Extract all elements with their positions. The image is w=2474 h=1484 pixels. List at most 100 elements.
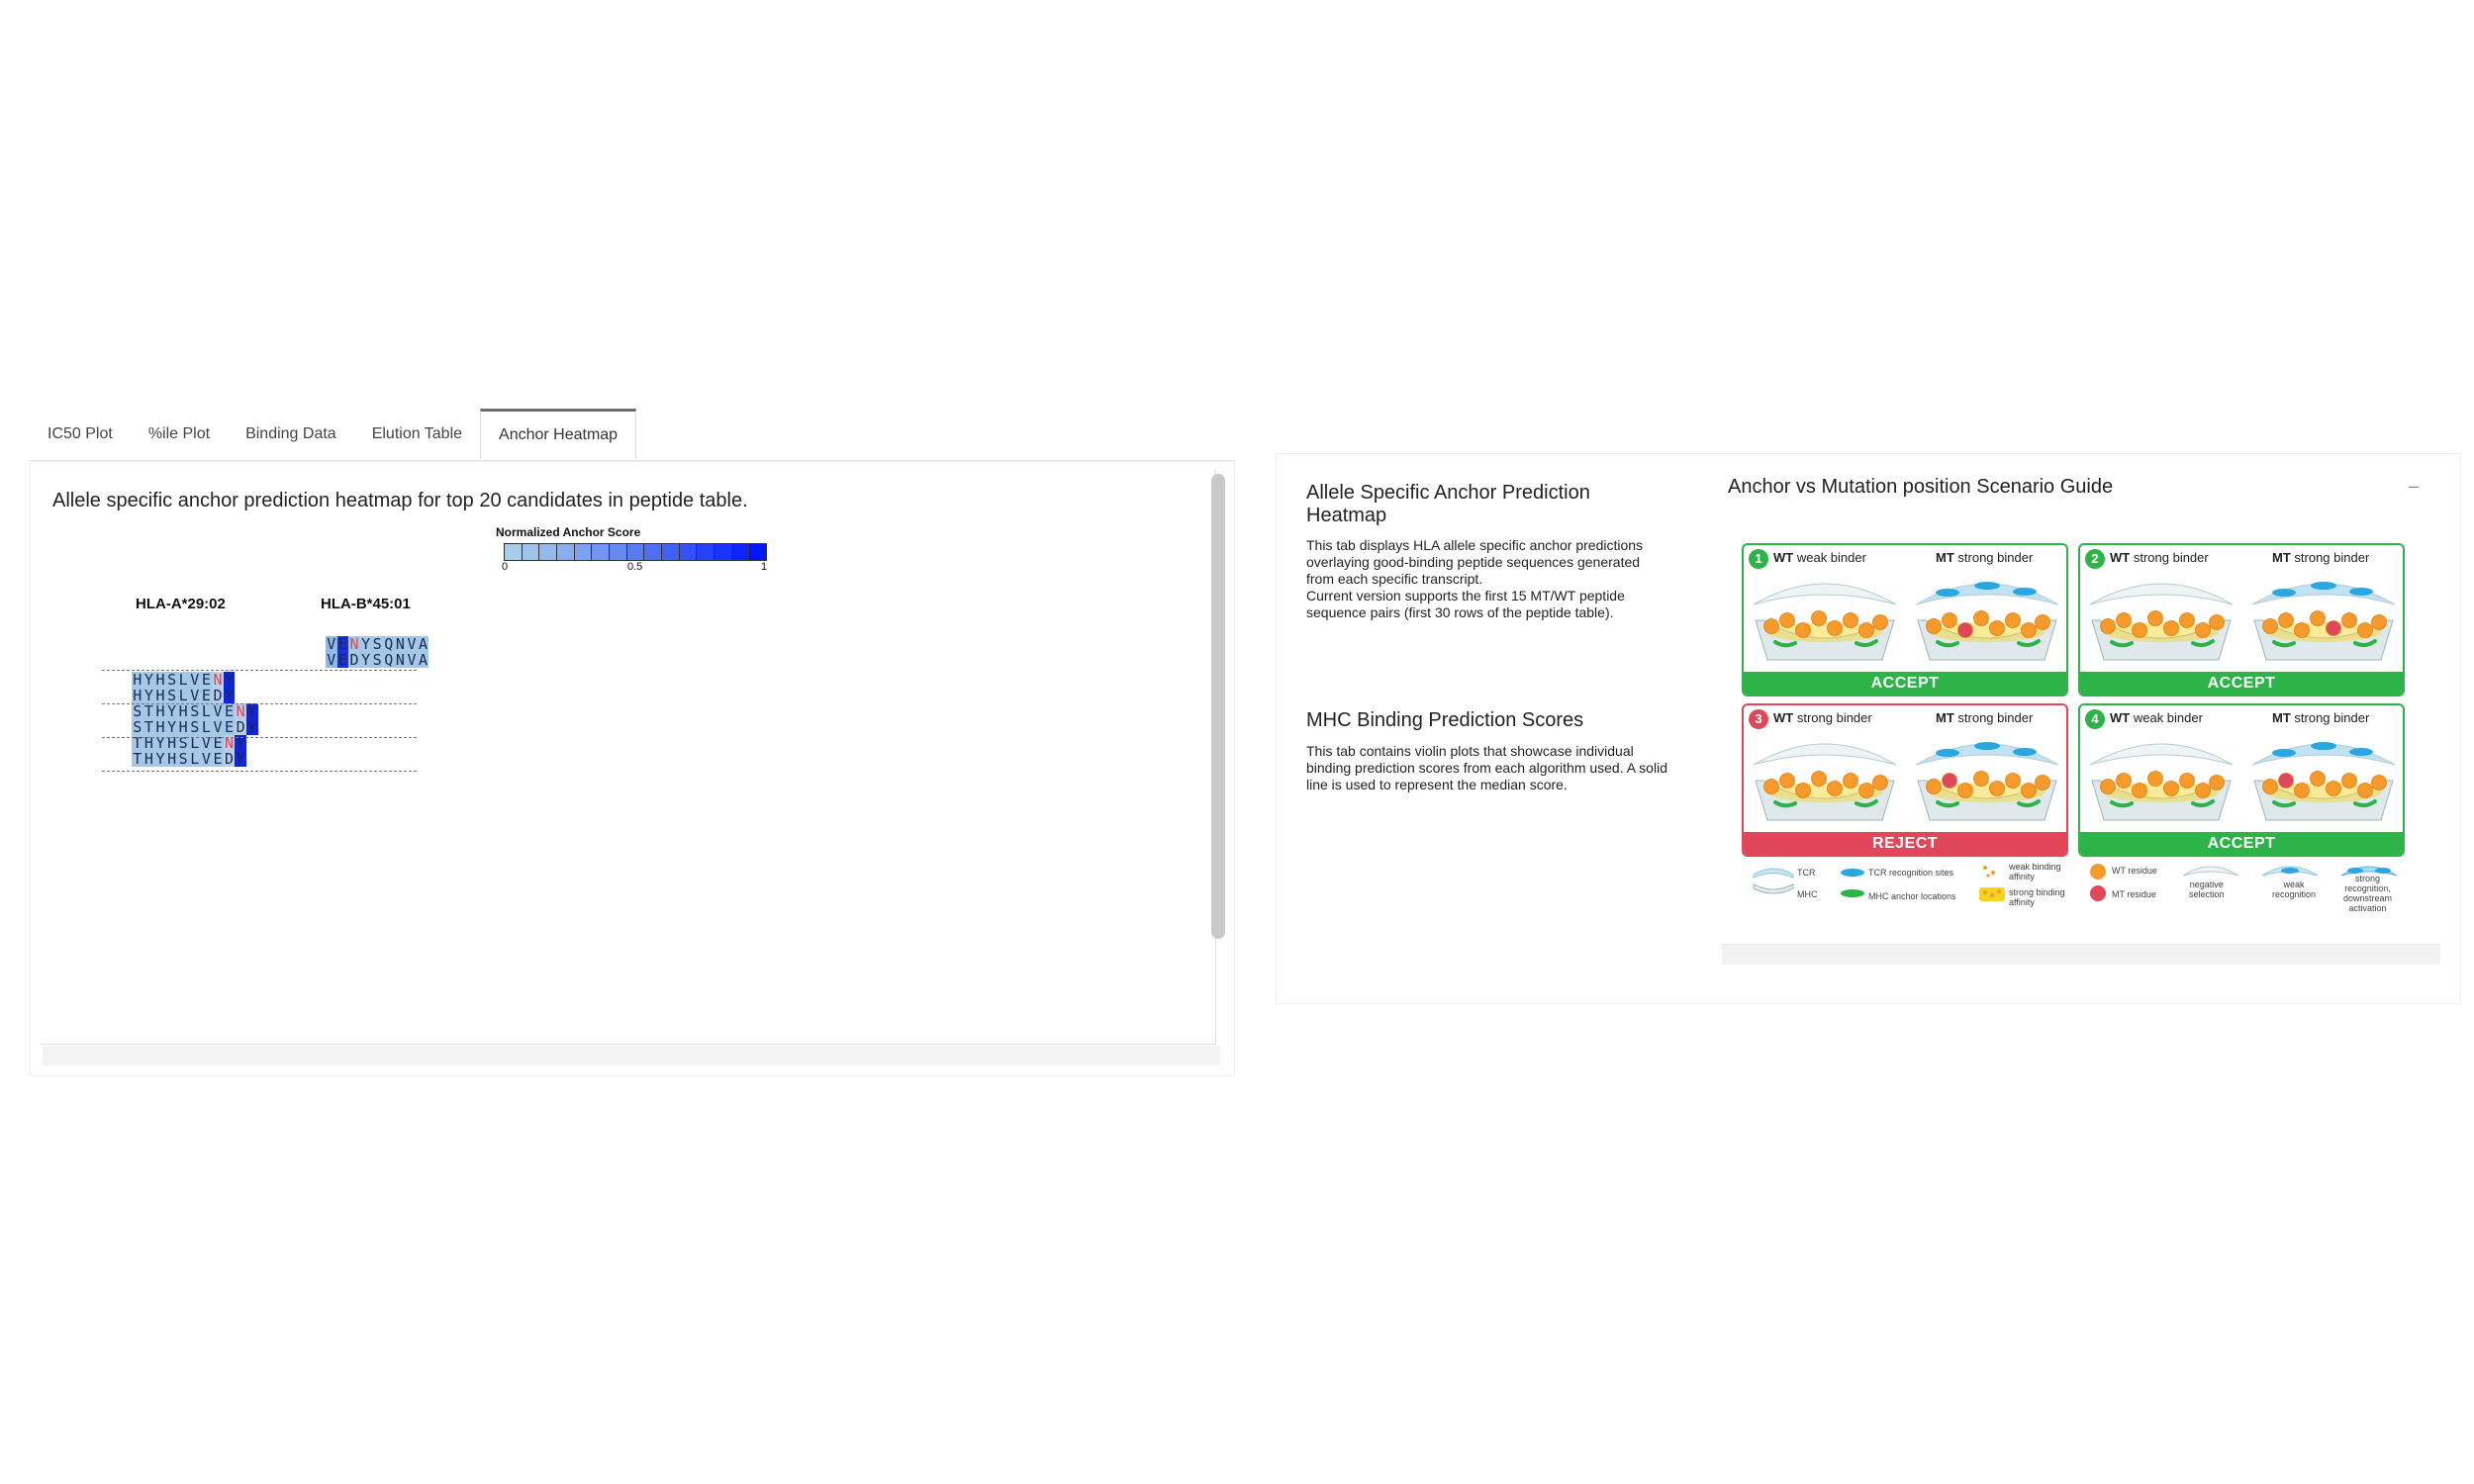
info-heading-mhc: MHC Binding Prediction Scores [1306, 709, 1584, 731]
peptide-residue: H [132, 687, 143, 704]
peptide-residue: N [348, 635, 360, 653]
guide-scroll-track[interactable] [1722, 944, 2440, 965]
tab-percentile-plot[interactable]: %ile Plot [131, 409, 228, 460]
help-panel: Allele Specific Anchor Prediction Heatma… [1276, 453, 2461, 1004]
peptide-residue: N [394, 651, 407, 669]
wt-binder-label: WT strong binder [1773, 710, 1872, 725]
peptide-residue: H [154, 718, 166, 736]
peptide-residue: E [336, 651, 349, 669]
negative-selection-icon [2182, 866, 2239, 877]
peptide-residue: H [154, 702, 166, 720]
peptide-residue: E [200, 671, 213, 689]
peptide-residue: T [143, 702, 155, 720]
key-mhc: MHC [1797, 889, 1818, 899]
mt-binder-label: MT strong binder [2272, 710, 2370, 725]
collapse-button[interactable]: – [2409, 476, 2419, 497]
peptide-residue: V [326, 635, 337, 653]
heatmap-title: Allele specific anchor prediction heatma… [52, 490, 748, 511]
residue-key-icon [2090, 864, 2106, 901]
key-mt-residue: MT residue [2112, 889, 2156, 899]
tab-bar: IC50 Plot %ile Plot Binding Data Elution… [30, 409, 1235, 461]
key-strong-affinity: strong binding affinity [2009, 887, 2065, 907]
peptide-residue: Y [154, 750, 166, 768]
tcr-key-icon [1753, 868, 1794, 894]
scenario-number-badge: 4 [2085, 709, 2105, 729]
peptide-row: HYHSLVEDY [132, 687, 236, 704]
peptide-row: THYHSLVEDY [132, 751, 246, 767]
peptide-residue: Y [245, 702, 258, 720]
peptide-residue: A [417, 635, 429, 653]
peptide-residue: H [143, 750, 155, 768]
scenario-verdict: REJECT [1744, 832, 2066, 855]
peptide-residue: Y [359, 635, 372, 653]
peptide-residue: V [326, 651, 337, 669]
legend-swatch [592, 544, 611, 560]
peptide-residue: Y [165, 718, 178, 736]
tab-ic50-plot[interactable]: IC50 Plot [30, 409, 131, 460]
key-weak-affinity: weak binding affinity [2009, 862, 2061, 881]
legend-swatch [574, 544, 593, 560]
binding-illustration [1753, 743, 1897, 821]
scenario-panel-3: 3 WT strong binder MT strong binder REJECT [1742, 703, 2068, 857]
peptide-row: STHYHSLVEDY [132, 719, 258, 735]
peptide-residue: V [212, 718, 224, 736]
tab-anchor-heatmap[interactable]: Anchor Heatmap [480, 409, 637, 460]
peptide-residue: V [406, 651, 418, 669]
legend-swatch [626, 544, 645, 560]
peptide-residue: Y [223, 671, 236, 689]
peptide-residue: S [188, 718, 201, 736]
row-separator [102, 670, 417, 671]
heatmap-scroll-area: Allele specific anchor prediction heatma… [41, 470, 1216, 1045]
peptide-residue: T [143, 718, 155, 736]
peptide-residue: V [212, 702, 224, 720]
peptide-residue: Y [143, 671, 155, 689]
key-negative-selection: negative selection [2189, 880, 2225, 899]
legend-swatch [539, 544, 558, 560]
legend-swatch [679, 544, 698, 560]
legend-swatch [644, 544, 663, 560]
scenario-verdict: ACCEPT [1744, 672, 2066, 695]
legend-swatch [749, 544, 767, 560]
peptide-residue: S [165, 671, 178, 689]
allele-label-a: HLA-A*29:02 [136, 596, 226, 612]
row-separator [102, 703, 417, 704]
peptide-residue: S [188, 702, 201, 720]
legend-swatch [557, 544, 575, 560]
scenario-verdict: ACCEPT [2080, 832, 2403, 855]
peptide-residue: Y [245, 718, 258, 736]
peptide-residue: Y [143, 687, 155, 704]
horizontal-scrollbar-track[interactable] [43, 1046, 1220, 1066]
peptide-residue: L [200, 718, 213, 736]
anchor-heatmap-panel: Allele specific anchor prediction heatma… [30, 461, 1235, 1076]
peptide-residue: S [132, 718, 143, 736]
peptide-row: HYHSLVENY [132, 671, 236, 689]
peptide-residue: S [177, 750, 189, 768]
peptide-residue: A [417, 651, 429, 669]
key-wt-residue: WT residue [2112, 866, 2157, 876]
peptide-residue: S [371, 635, 383, 653]
binding-illustration [1753, 583, 1897, 661]
binding-illustration [2251, 582, 2396, 661]
key-weak-recognition: weak recognition [2272, 880, 2317, 899]
legend-swatch [697, 544, 715, 560]
scenario-number-badge: 3 [1749, 709, 1768, 729]
peptide-residue: H [154, 687, 166, 704]
mt-binder-label: MT strong binder [1936, 550, 2034, 565]
mt-binder-label: MT strong binder [1936, 710, 2034, 725]
peptide-residue: E [223, 718, 236, 736]
tab-binding-data[interactable]: Binding Data [228, 409, 354, 460]
peptide-residue: H [165, 750, 178, 768]
peptide-residue: V [406, 635, 418, 653]
peptide-residue: Q [382, 651, 395, 669]
binding-illustration [2089, 583, 2234, 661]
peptide-row: VENYSQNVA [326, 635, 429, 653]
scenario-verdict: ACCEPT [2080, 672, 2403, 695]
legend-swatch [731, 544, 750, 560]
legend-tick-1: 1 [761, 561, 768, 573]
legend-swatch [714, 544, 732, 560]
peptide-residue: S [165, 687, 178, 704]
legend-title: Normalized Anchor Score [496, 525, 641, 539]
legend-swatch [522, 544, 540, 560]
vertical-scrollbar[interactable] [1211, 474, 1225, 939]
tab-elution-table[interactable]: Elution Table [354, 409, 480, 460]
